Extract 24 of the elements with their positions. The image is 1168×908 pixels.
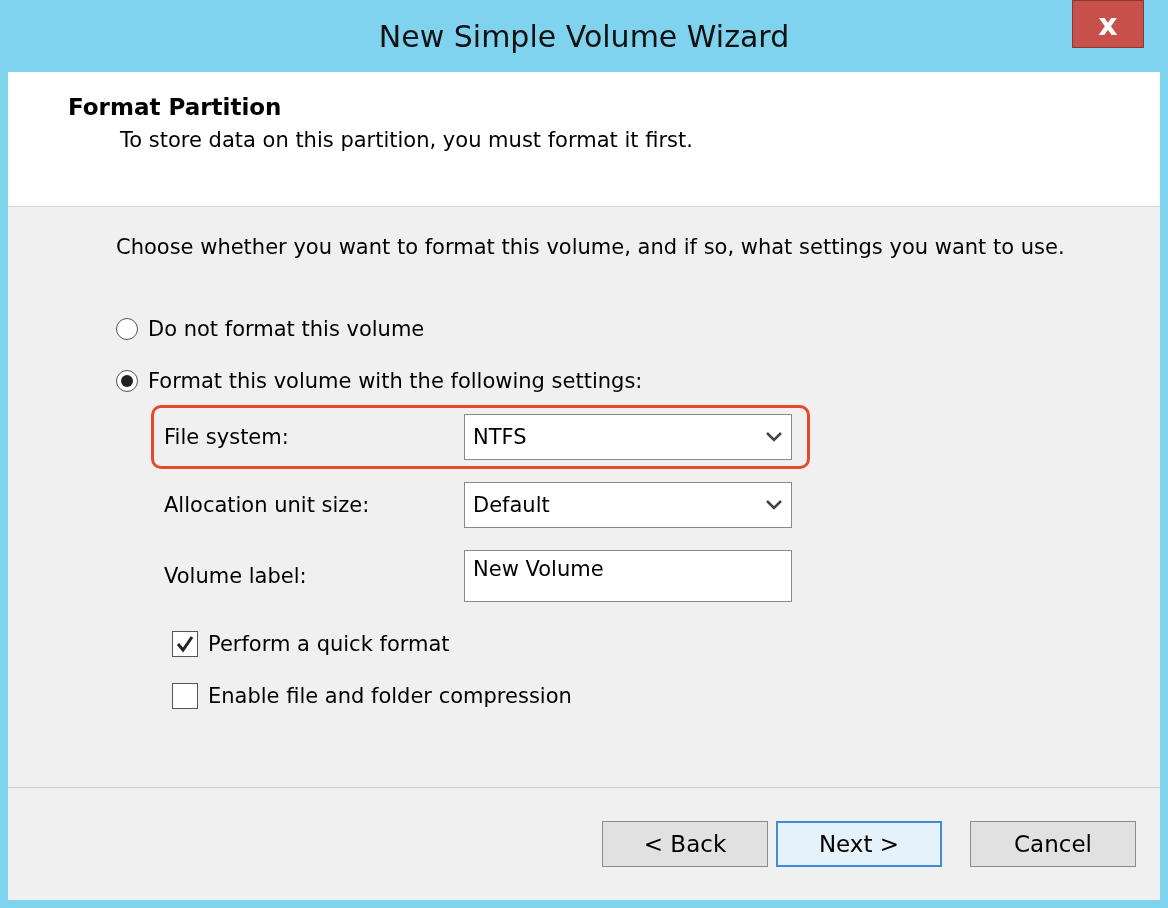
wizard-button[interactable]: Next > xyxy=(776,821,942,867)
field-label: Volume label: xyxy=(164,564,308,588)
wizard-button[interactable]: < Back xyxy=(602,821,768,867)
page-title: Format Partition xyxy=(68,94,283,120)
radio-label[interactable]: Format this volume with the following settings: xyxy=(148,369,643,393)
checkbox-label[interactable]: Perform a quick format xyxy=(208,632,450,656)
input-field[interactable]: New Volume xyxy=(464,550,792,602)
field-label: File system: xyxy=(164,425,290,449)
close-button[interactable]: x xyxy=(1072,0,1144,48)
window-title: New Simple Volume Wizard xyxy=(378,18,790,54)
dropdown[interactable]: Default xyxy=(464,482,792,528)
radio-button[interactable] xyxy=(116,318,138,340)
wizard-button[interactable]: Cancel xyxy=(970,821,1136,867)
chevron-down-icon xyxy=(765,431,783,443)
instruction-text: Choose whether you want to format this volume, and if so, what settings you want to use. xyxy=(116,235,1066,259)
radio-button[interactable] xyxy=(116,370,138,392)
page-subtitle: To store data on this partition, you must format it first. xyxy=(120,128,694,152)
field-label: Allocation unit size: xyxy=(164,493,371,517)
dropdown[interactable]: NTFS xyxy=(464,414,792,460)
checkbox-label[interactable]: Enable file and folder compression xyxy=(208,684,572,708)
checkbox[interactable] xyxy=(172,683,198,709)
checkbox[interactable] xyxy=(172,631,198,657)
radio-label[interactable]: Do not format this volume xyxy=(148,317,425,341)
chevron-down-icon xyxy=(765,499,783,511)
